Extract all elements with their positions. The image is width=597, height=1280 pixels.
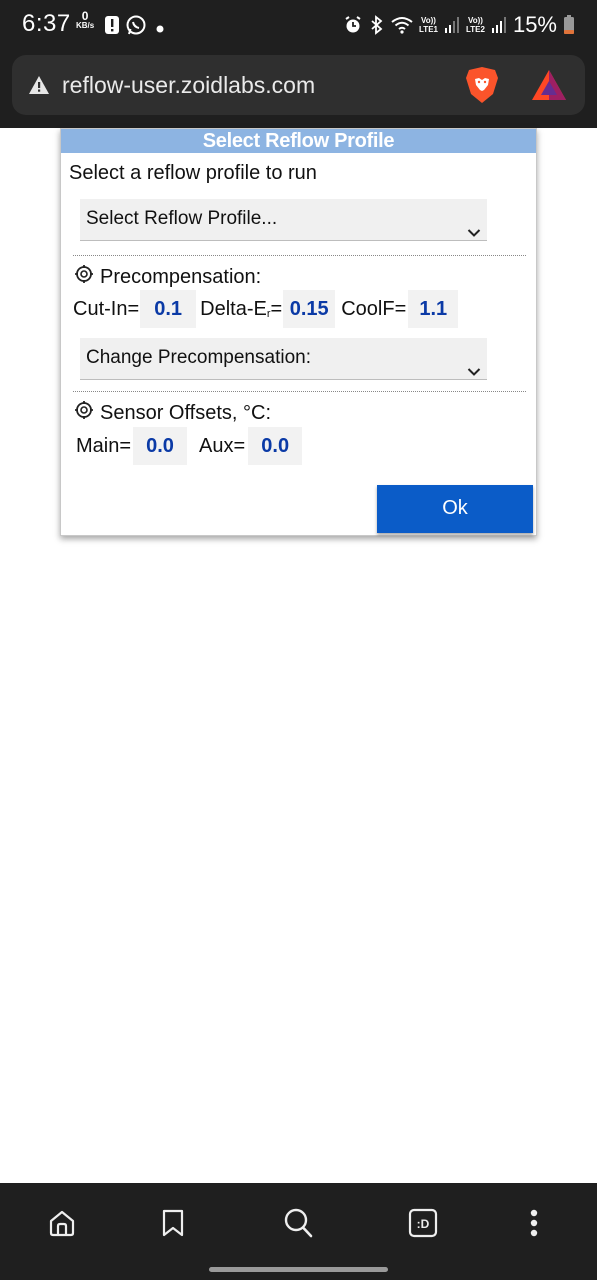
divider xyxy=(73,255,526,256)
sensor-offsets-label: Sensor Offsets, °C: xyxy=(100,401,272,424)
battery-icon xyxy=(563,15,575,35)
reflow-profile-select-label: Select Reflow Profile... xyxy=(86,208,278,229)
precompensation-label: Precompensation: xyxy=(100,265,262,288)
tabs-icon[interactable]: :D xyxy=(403,1203,443,1243)
net-speed-unit: KB/s xyxy=(76,21,95,30)
warning-icon[interactable] xyxy=(28,75,50,100)
address-bar[interactable]: reflow-user.zoidlabs.com xyxy=(12,55,585,115)
reflow-profile-dialog: Select Reflow Profile Select a reflow pr… xyxy=(60,128,537,536)
lte1-indicator: Vo)) LTE1 xyxy=(419,16,438,34)
signal-icon xyxy=(491,16,507,34)
bluetooth-icon xyxy=(369,15,385,35)
coolf-value[interactable]: 1.1 xyxy=(408,290,459,328)
precompensation-values: Cut-In= 0.1 Delta-Er= 0.15 CoolF= 1.1 xyxy=(73,290,459,328)
aux-offset-value[interactable]: 0.0 xyxy=(248,427,303,465)
net-speed: 0 KB/s xyxy=(76,9,95,30)
search-icon[interactable] xyxy=(278,1203,318,1243)
bookmark-icon[interactable] xyxy=(153,1203,193,1243)
main-offset-label: Main= xyxy=(76,434,132,457)
brave-shields-icon[interactable] xyxy=(465,66,499,109)
coolf-label: CoolF= xyxy=(341,297,407,320)
tabs-count: :D xyxy=(417,1217,430,1231)
change-precompensation-select[interactable]: Change Precompensation: xyxy=(80,338,487,380)
battery-percent: 15% xyxy=(512,12,557,37)
brave-rewards-icon[interactable] xyxy=(531,69,567,106)
chevron-down-icon xyxy=(467,213,481,253)
divider xyxy=(73,391,526,392)
status-bar: 6:37 0 KB/s Vo)) LTE1 Vo)) LTE2 15% xyxy=(0,0,597,50)
reflow-profile-select[interactable]: Select Reflow Profile... xyxy=(80,199,487,241)
home-icon[interactable] xyxy=(42,1203,82,1243)
main-offset-value[interactable]: 0.0 xyxy=(133,427,188,465)
chevron-down-icon xyxy=(467,352,481,392)
aux-offset-label: Aux= xyxy=(199,434,246,457)
signal-icon xyxy=(444,16,460,34)
browser-toolbar: reflow-user.zoidlabs.com xyxy=(0,50,597,128)
gesture-bar[interactable] xyxy=(209,1267,388,1272)
whatsapp-icon xyxy=(125,14,146,36)
precompensation-heading: Precompensation: xyxy=(74,264,261,290)
sensor-offsets-values: Main= 0.0 Aux= 0.0 xyxy=(76,427,303,465)
lte2-indicator: Vo)) LTE2 xyxy=(465,16,485,34)
dialog-subtitle: Select a reflow profile to run xyxy=(69,162,317,184)
sensor-offsets-heading: Sensor Offsets, °C: xyxy=(74,400,271,426)
dialog-title: Select Reflow Profile xyxy=(61,129,536,153)
delta-label: Delta-Er= xyxy=(200,297,283,320)
dot-icon xyxy=(156,20,164,33)
url-text[interactable]: reflow-user.zoidlabs.com xyxy=(62,72,315,99)
alert-icon xyxy=(103,14,123,36)
gear-icon xyxy=(74,400,94,426)
gear-icon xyxy=(74,264,94,290)
alarm-icon xyxy=(343,15,363,35)
cutin-label: Cut-In= xyxy=(73,297,140,320)
wifi-icon xyxy=(391,16,413,34)
change-precompensation-label: Change Precompensation: xyxy=(86,347,311,368)
cutin-value[interactable]: 0.1 xyxy=(140,290,197,328)
status-time: 6:37 xyxy=(22,10,71,37)
browser-bottom-bar: :D xyxy=(0,1183,597,1280)
delta-value[interactable]: 0.15 xyxy=(283,290,336,328)
net-speed-value: 0 xyxy=(81,9,89,23)
system-icons: Vo)) LTE1 Vo)) LTE2 15% xyxy=(343,10,575,40)
more-icon[interactable] xyxy=(514,1203,554,1243)
ok-button[interactable]: Ok xyxy=(377,485,533,533)
